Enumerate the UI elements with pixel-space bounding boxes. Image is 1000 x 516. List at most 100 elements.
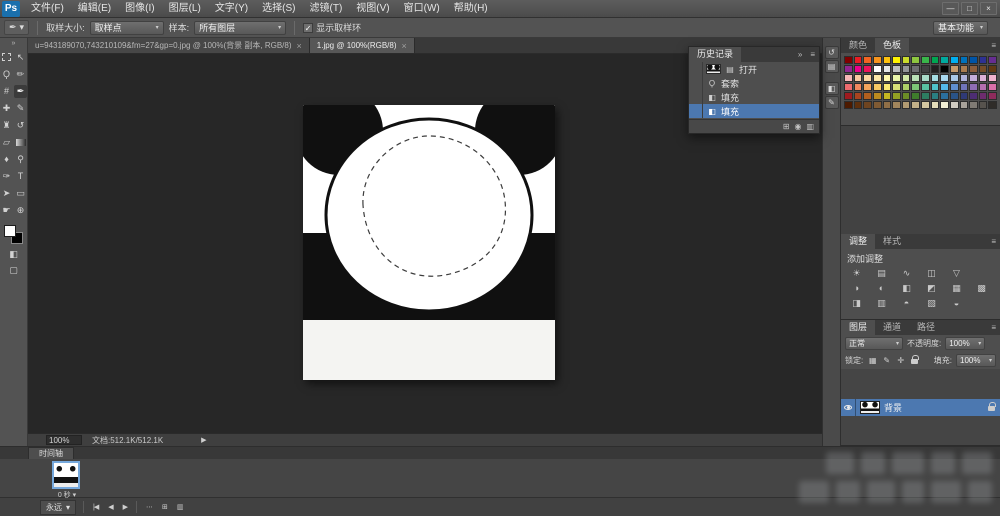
color-swatch[interactable] <box>883 83 892 91</box>
menu-item[interactable]: 帮助(H) <box>447 3 495 14</box>
color-swatch[interactable] <box>979 65 988 73</box>
color-swatch[interactable] <box>969 74 978 82</box>
layer-row[interactable]: 背景 <box>841 399 1000 416</box>
loop-count-select[interactable]: 永远 ▾ <box>40 500 76 515</box>
color-swatch[interactable] <box>911 74 920 82</box>
color-swatch[interactable] <box>950 56 959 64</box>
color-swatch[interactable] <box>902 56 911 64</box>
levels-icon[interactable]: ▤ <box>871 266 892 281</box>
invert-icon[interactable]: ◨ <box>846 296 867 311</box>
color-swatch[interactable] <box>902 83 911 91</box>
color-swatch[interactable] <box>873 74 882 82</box>
gradient-map-icon[interactable]: ▧ <box>921 296 942 311</box>
type-tool[interactable]: T <box>14 170 27 183</box>
panel-menu-icon[interactable]: ≡ <box>806 47 819 62</box>
lock-all-icon[interactable] <box>909 355 920 366</box>
move-tool[interactable]: ↖ <box>14 51 27 64</box>
color-swatch[interactable] <box>950 74 959 82</box>
zoom-level-field[interactable]: 100% <box>46 435 82 445</box>
color-swatch[interactable] <box>931 92 940 100</box>
blur-tool[interactable]: ♦ <box>0 153 13 166</box>
panel-tab[interactable]: 调整 <box>841 234 875 249</box>
restore-button[interactable]: □ <box>961 2 978 15</box>
menu-item[interactable]: 滤镜(T) <box>303 3 350 14</box>
color-swatch[interactable] <box>883 56 892 64</box>
color-swatch[interactable] <box>854 92 863 100</box>
eyedropper-tool[interactable]: ✒ <box>14 85 27 98</box>
healing-brush-tool[interactable]: ✚ <box>0 102 13 115</box>
color-swatch[interactable] <box>911 83 920 91</box>
previous-frame-button[interactable]: ◀ <box>106 503 114 511</box>
new-snapshot-icon[interactable]: ◉ <box>794 122 801 131</box>
color-balance-icon[interactable]: ◐ <box>871 281 892 296</box>
menu-item[interactable]: 文字(Y) <box>208 3 255 14</box>
brightness-contrast-icon[interactable]: ☀ <box>846 266 867 281</box>
color-swatch[interactable] <box>969 56 978 64</box>
panel-tab[interactable]: 色板 <box>875 38 909 53</box>
delete-frame-button[interactable]: ▥ <box>175 503 185 511</box>
menu-item[interactable]: 窗口(W) <box>397 3 447 14</box>
sample-size-select[interactable]: 取样点 ▾ <box>90 21 164 35</box>
panel-collapse-icon[interactable]: » <box>794 47 806 62</box>
color-swatch[interactable] <box>854 65 863 73</box>
hue-saturation-icon[interactable]: ◑ <box>846 281 867 296</box>
color-swatch[interactable] <box>844 101 853 109</box>
color-swatch[interactable] <box>960 92 969 100</box>
color-swatch[interactable] <box>863 56 872 64</box>
color-swatch[interactable] <box>979 92 988 100</box>
color-swatch[interactable] <box>921 83 930 91</box>
color-swatch[interactable] <box>892 56 901 64</box>
color-swatch[interactable] <box>969 65 978 73</box>
panel-menu-icon[interactable]: ≡ <box>987 320 1000 335</box>
menu-item[interactable]: 图像(I) <box>118 3 161 14</box>
opacity-select[interactable]: 100% ▾ <box>945 337 985 350</box>
color-swatch[interactable] <box>940 56 949 64</box>
photo-filter-icon[interactable]: ◩ <box>921 281 942 296</box>
color-swatch[interactable] <box>979 56 988 64</box>
color-swatch[interactable] <box>902 92 911 100</box>
color-swatch[interactable] <box>863 83 872 91</box>
color-swatch[interactable] <box>988 101 997 109</box>
color-swatch[interactable] <box>960 74 969 82</box>
color-swatch[interactable] <box>979 83 988 91</box>
color-swatch[interactable] <box>854 74 863 82</box>
rectangular-marquee-tool[interactable] <box>0 51 13 64</box>
new-document-from-state-icon[interactable]: ⊞ <box>783 122 790 131</box>
color-swatch[interactable] <box>892 101 901 109</box>
panel-menu-icon[interactable]: ≡ <box>987 38 1000 53</box>
color-swatch[interactable] <box>931 83 940 91</box>
show-sampling-ring-checkbox[interactable]: ✓ 显示取样环 <box>303 21 361 34</box>
panel-tab[interactable]: 通道 <box>875 320 909 335</box>
color-swatch[interactable] <box>988 65 997 73</box>
color-swatch[interactable] <box>921 101 930 109</box>
quick-mask-icon[interactable]: ◧ <box>7 248 20 261</box>
color-swatch[interactable] <box>902 65 911 73</box>
color-swatch[interactable] <box>921 92 930 100</box>
selective-color-icon[interactable]: ◒ <box>946 296 967 311</box>
color-swatch[interactable] <box>969 101 978 109</box>
sample-select[interactable]: 所有图层 ▾ <box>194 21 286 35</box>
panel-tab[interactable]: 样式 <box>875 234 909 249</box>
close-tab-icon[interactable]: × <box>402 41 407 51</box>
toolbar-collapse-icon[interactable]: » <box>0 39 27 49</box>
color-swatch[interactable] <box>969 92 978 100</box>
close-tab-icon[interactable]: × <box>297 41 302 51</box>
color-swatch[interactable] <box>844 56 853 64</box>
history-step[interactable]: Ϙ套索 <box>689 76 819 90</box>
color-swatch[interactable] <box>854 56 863 64</box>
channel-mixer-icon[interactable]: ▦ <box>946 281 967 296</box>
color-swatch[interactable] <box>988 56 997 64</box>
color-swatch[interactable] <box>940 74 949 82</box>
panel-tab[interactable]: 历史记录 <box>689 47 741 62</box>
color-swatch[interactable] <box>921 65 930 73</box>
history-brush-tool[interactable]: ↺ <box>14 119 27 132</box>
crop-tool[interactable]: # <box>0 85 13 98</box>
black-white-icon[interactable]: ◧ <box>896 281 917 296</box>
panel-tab[interactable]: 路径 <box>909 320 943 335</box>
color-swatch[interactable] <box>892 92 901 100</box>
color-swatch[interactable] <box>892 74 901 82</box>
gradient-tool[interactable] <box>14 136 27 149</box>
document-tab[interactable]: 1.jpg @ 100%(RGB/8)× <box>310 38 415 53</box>
color-swatch[interactable] <box>979 74 988 82</box>
color-swatch[interactable] <box>940 92 949 100</box>
